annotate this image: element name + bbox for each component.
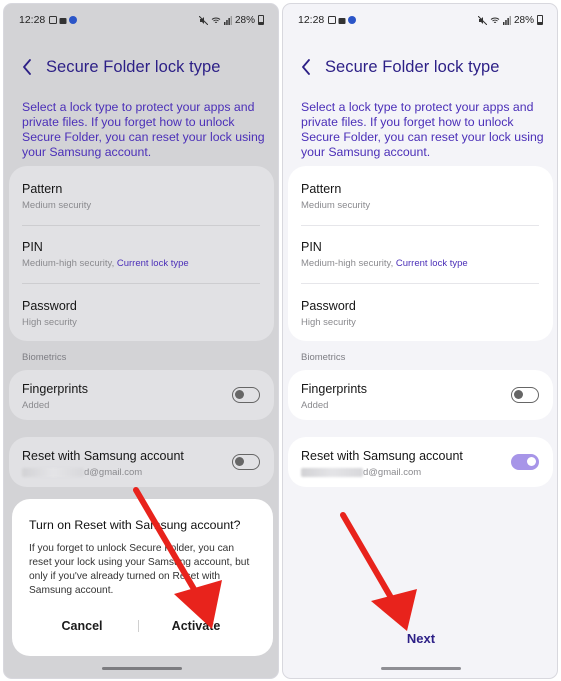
lock-option-pattern[interactable]: Pattern Medium security <box>301 182 539 211</box>
battery-percent: 28% <box>513 14 534 26</box>
app-notification-icon <box>348 16 357 24</box>
option-subtitle: Medium security <box>22 200 92 211</box>
gallery-icon <box>328 16 337 24</box>
lock-option-pin[interactable]: PIN Medium-high security, Current lock t… <box>22 240 260 269</box>
fingerprints-row[interactable]: Fingerprints Added <box>9 370 274 420</box>
wifi-icon <box>490 17 500 23</box>
status-bar: 12:28 28% <box>19 13 264 27</box>
reset-email: d@gmail.com <box>22 467 260 478</box>
fingerprints-toggle[interactable] <box>232 387 260 403</box>
battery-percent: 28% <box>234 14 255 26</box>
option-subtitle: Medium-high security, Current lock type <box>22 258 189 269</box>
home-indicator[interactable] <box>102 667 182 670</box>
fingerprints-title: Fingerprints <box>22 382 88 396</box>
lock-type-list: Pattern Medium security PIN Medium-high … <box>288 166 553 341</box>
option-title: Pattern <box>22 182 63 196</box>
reset-samsung-row[interactable]: Reset with Samsung account d@gmail.com <box>9 437 274 487</box>
activate-button[interactable]: Activate <box>136 614 256 638</box>
reset-toggle[interactable] <box>232 454 260 470</box>
battery-icon <box>537 15 543 25</box>
biometrics-label: Biometrics <box>22 352 67 363</box>
dialog-title: Turn on Reset with Samsung account? <box>29 518 241 532</box>
option-title: Pattern <box>301 182 342 196</box>
mute-icon <box>198 15 208 25</box>
gallery-icon <box>49 16 58 24</box>
option-subtitle: High security <box>22 317 77 328</box>
app-bar: Secure Folder lock type <box>16 54 268 80</box>
divider <box>22 225 260 226</box>
right-screen: 12:28 28% Secure Folder lock type Select… <box>282 3 558 679</box>
current-lock-label: Current lock type <box>116 258 189 269</box>
lock-option-pattern[interactable]: Pattern Medium security <box>22 182 260 211</box>
email-redacted <box>22 467 84 477</box>
notification-icons <box>49 16 78 24</box>
fingerprints-row[interactable]: Fingerprints Added <box>288 370 553 420</box>
status-bar: 12:28 28% <box>298 13 543 27</box>
back-arrow-icon <box>23 59 31 75</box>
divider <box>301 225 539 226</box>
reset-title: Reset with Samsung account <box>22 449 184 463</box>
mute-icon <box>477 15 487 25</box>
app-bar: Secure Folder lock type <box>295 54 547 80</box>
left-screen: 12:28 28% Secure Folder lock type Select… <box>3 3 279 679</box>
fingerprints-title: Fingerprints <box>301 382 367 396</box>
email-redacted <box>301 467 363 477</box>
biometrics-label: Biometrics <box>301 352 346 363</box>
lock-option-password[interactable]: Password High security <box>22 299 260 328</box>
status-right: 28% <box>198 14 264 26</box>
fingerprints-toggle[interactable] <box>511 387 539 403</box>
bag-icon <box>338 18 346 24</box>
option-title: Password <box>301 299 356 313</box>
reset-title: Reset with Samsung account <box>301 449 463 463</box>
dialog-body: If you forget to unlock Secure Folder, y… <box>29 543 250 596</box>
lock-type-list: Pattern Medium security PIN Medium-high … <box>9 166 274 341</box>
divider <box>301 283 539 284</box>
lock-option-password[interactable]: Password High security <box>301 299 539 328</box>
back-arrow-icon <box>302 59 310 75</box>
status-time: 12:28 <box>298 14 325 26</box>
back-button[interactable] <box>16 56 38 78</box>
current-lock-label: Current lock type <box>395 258 468 269</box>
lock-option-pin[interactable]: PIN Medium-high security, Current lock t… <box>301 240 539 269</box>
divider <box>22 283 260 284</box>
fingerprints-subtitle: Added <box>22 400 50 411</box>
wifi-icon <box>211 17 221 23</box>
page-title: Secure Folder lock type <box>46 57 221 76</box>
reset-toggle[interactable] <box>511 454 539 470</box>
dialog-buttons: Cancel Activate <box>12 614 273 638</box>
confirm-dialog: Turn on Reset with Samsung account? If y… <box>12 499 273 656</box>
red-arrow-annotation <box>340 512 417 631</box>
option-title: Password <box>22 299 77 313</box>
option-title: PIN <box>22 240 43 254</box>
page-title: Secure Folder lock type <box>325 57 500 76</box>
app-notification-icon <box>69 16 78 24</box>
option-subtitle: Medium security <box>301 200 371 211</box>
description: Select a lock type to protect your apps … <box>301 100 544 159</box>
option-subtitle: Medium-high security, Current lock type <box>301 258 468 269</box>
fingerprints-subtitle: Added <box>301 400 329 411</box>
signal-icon <box>223 15 232 25</box>
next-button[interactable]: Next <box>381 631 461 646</box>
cancel-button[interactable]: Cancel <box>22 614 142 638</box>
option-subtitle: High security <box>301 317 356 328</box>
description: Select a lock type to protect your apps … <box>22 100 265 159</box>
signal-icon <box>502 15 511 25</box>
notification-icons <box>328 16 357 24</box>
status-right: 28% <box>477 14 543 26</box>
back-button[interactable] <box>295 56 317 78</box>
bag-icon <box>59 18 67 24</box>
reset-email: d@gmail.com <box>301 467 539 478</box>
home-indicator[interactable] <box>381 667 461 670</box>
reset-samsung-row[interactable]: Reset with Samsung account d@gmail.com <box>288 437 553 487</box>
status-time: 12:28 <box>19 14 46 26</box>
option-title: PIN <box>301 240 322 254</box>
battery-icon <box>258 15 264 25</box>
